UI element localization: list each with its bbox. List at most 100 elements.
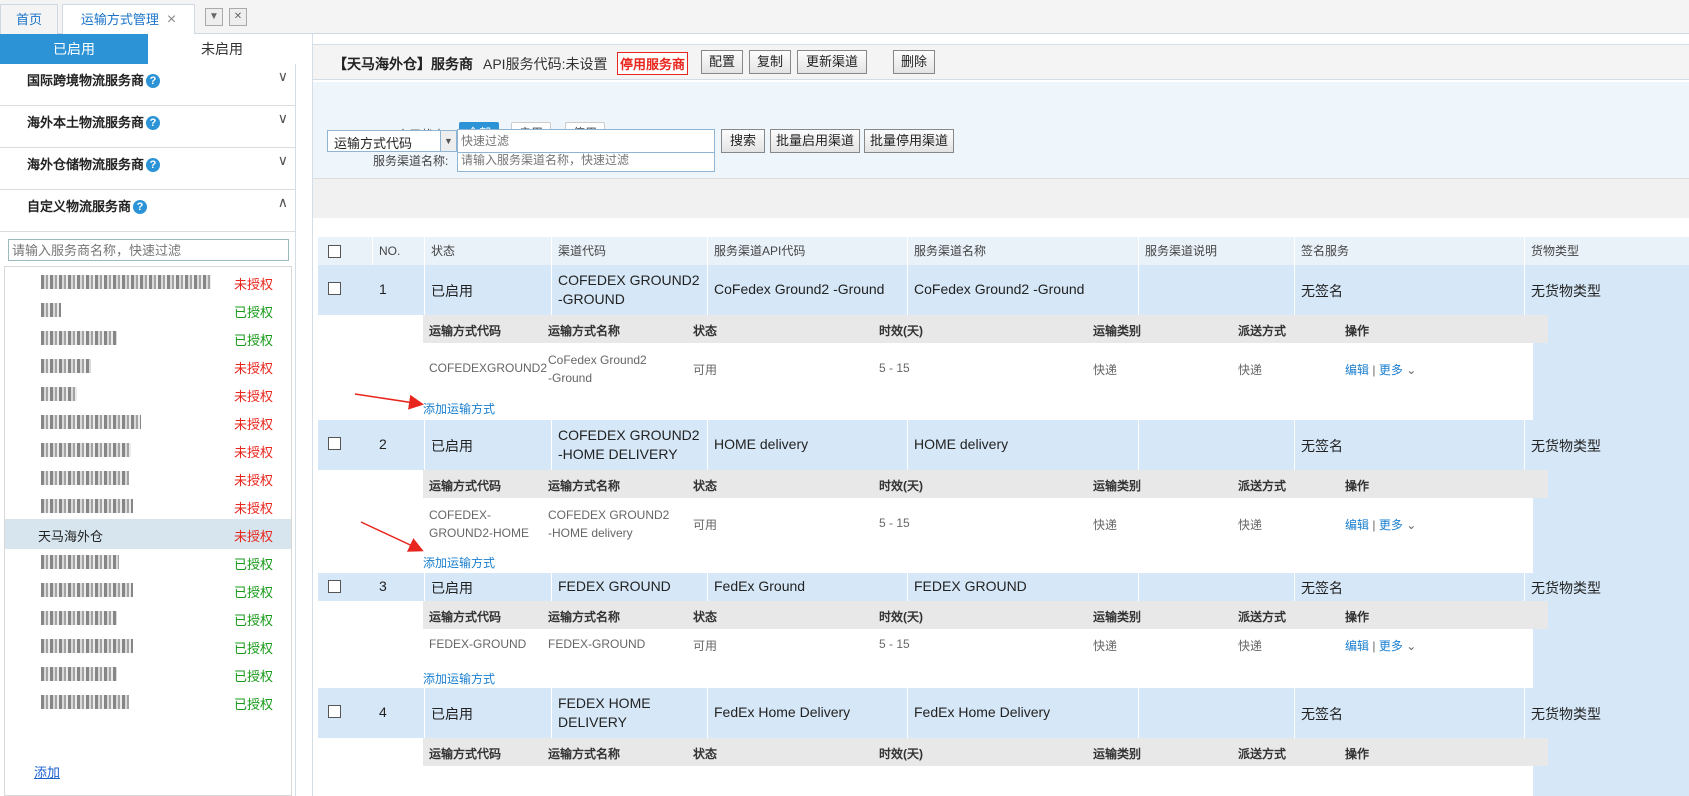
chevron-down-icon: ∨ (277, 68, 288, 84)
group-overseas-warehouse[interactable]: 海外仓储物流服务商? ∨ (0, 148, 296, 190)
provider-item[interactable]: 已授权 (5, 687, 291, 717)
redacted-name (41, 443, 131, 457)
row-api-code: CoFedex Ground2 -Ground (708, 265, 908, 315)
row-status: 已启用 (425, 573, 552, 601)
more-link[interactable]: 更多 (1379, 363, 1403, 377)
update-channels-button[interactable]: 更新渠道 (797, 50, 867, 74)
provider-filter-input[interactable] (8, 239, 289, 261)
col-cargo-type: 货物类型 (1525, 237, 1689, 265)
row-api-code: HOME delivery (708, 420, 908, 470)
chevron-down-icon[interactable]: ⌄ (1406, 518, 1416, 532)
row-channel-code: COFEDEX GROUND2 -GROUND (552, 265, 708, 315)
config-button[interactable]: 配置 (701, 50, 743, 74)
tab-enabled[interactable]: 已启用 (0, 34, 148, 64)
add-provider-link[interactable]: 添加 (34, 762, 60, 781)
row-checkbox[interactable] (328, 282, 341, 295)
row-signature: 无签名 (1295, 420, 1525, 470)
help-icon[interactable]: ? (133, 200, 148, 214)
sub-table: 运输方式代码 运输方式名称 状态 时效(天) 运输类别 派送方式 操作 COFE… (423, 315, 1548, 393)
provider-item[interactable]: 未授权 (5, 435, 291, 465)
search-button[interactable]: 搜索 (721, 129, 765, 153)
more-link[interactable]: 更多 (1379, 639, 1403, 653)
arrow-1 (354, 393, 424, 410)
row-status: 已启用 (425, 420, 552, 470)
provider-item[interactable]: 未授权 (5, 407, 291, 437)
row-channel-desc (1139, 573, 1295, 601)
provider-item[interactable]: 已授权 (5, 659, 291, 689)
table-row[interactable]: 4 已启用 FEDEX HOME DELIVERY FedEx Home Deli… (318, 688, 1689, 738)
group-custom[interactable]: 自定义物流服务商? ∧ (0, 190, 296, 232)
col-api-code: 服务渠道API代码 (708, 237, 908, 265)
tab-shipping-methods[interactable]: 运输方式管理 × (62, 4, 195, 34)
row-checkbox[interactable] (328, 580, 341, 593)
group-cross-border[interactable]: 国际跨境物流服务商? ∨ (0, 64, 296, 106)
add-method-link[interactable]: 添加运输方式 (423, 554, 495, 571)
provider-item[interactable]: 已授权 (5, 547, 291, 577)
row-channel-code: FEDEX HOME DELIVERY (552, 688, 708, 738)
batch-disable-button[interactable]: 批量停用渠道 (864, 129, 954, 153)
auth-status: 已授权 (233, 669, 273, 684)
row-channel-name: FedEx Home Delivery (908, 688, 1139, 738)
select-all-checkbox[interactable] (328, 245, 341, 258)
auth-status: 未授权 (233, 473, 273, 488)
sub-code: COFEDEXGROUND2 (429, 361, 548, 375)
stop-provider-button[interactable]: 停用服务商 (617, 52, 689, 75)
quick-filter-input[interactable] (457, 129, 715, 153)
provider-item-selected[interactable]: 天马海外仓 未授权 (5, 519, 291, 549)
provider-item[interactable]: 未授权 (5, 267, 291, 297)
chevron-down-icon[interactable]: ⌄ (1406, 639, 1416, 653)
row-channel-name: HOME delivery (908, 420, 1139, 470)
edit-link[interactable]: 编辑 (1345, 518, 1369, 532)
row-checkbox[interactable] (328, 437, 341, 450)
filter-field-select[interactable]: 运输方式代码 ▼ (327, 130, 457, 152)
sub-actions: 编辑 | 更多 ⌄ (1345, 363, 1417, 377)
auth-status: 未授权 (233, 361, 273, 376)
group-label: 海外本土物流服务商 (27, 115, 145, 130)
help-icon[interactable]: ? (146, 158, 161, 172)
group-overseas-local[interactable]: 海外本土物流服务商? ∨ (0, 106, 296, 148)
sub-type: 快递 (1093, 639, 1118, 653)
tab-dropdown-icon[interactable]: ▼ (205, 8, 223, 26)
table-row[interactable]: 2 已启用 COFEDEX GROUND2 -HOME DELIVERY HOME… (318, 420, 1689, 470)
provider-item[interactable]: 已授权 (5, 295, 291, 325)
redacted-name (41, 583, 133, 597)
provider-list: 未授权 已授权 已授权 未授权 未授权 未授权 未授权 未授权 未授权 天马海外… (4, 266, 292, 796)
row-cargo-type: 无货物类型 (1531, 580, 1601, 596)
batch-enable-button[interactable]: 批量启用渠道 (770, 129, 860, 153)
edit-link[interactable]: 编辑 (1345, 363, 1369, 377)
add-method-link[interactable]: 添加运输方式 (423, 400, 495, 417)
auth-status: 未授权 (233, 501, 273, 516)
sub-type: 快递 (1093, 363, 1118, 377)
copy-button[interactable]: 复制 (749, 50, 791, 74)
close-all-icon[interactable]: ✕ (229, 8, 247, 26)
provider-item[interactable]: 未授权 (5, 463, 291, 493)
help-icon[interactable]: ? (146, 116, 161, 130)
help-icon[interactable]: ? (146, 74, 161, 88)
row-channel-code: COFEDEX GROUND2 -HOME DELIVERY (552, 420, 708, 470)
provider-item[interactable]: 未授权 (5, 379, 291, 409)
tab-disabled[interactable]: 未启用 (148, 34, 296, 64)
provider-item[interactable]: 未授权 (5, 351, 291, 381)
row-channel-desc (1139, 265, 1295, 315)
tab-home[interactable]: 首页 (0, 4, 58, 34)
provider-item[interactable]: 已授权 (5, 631, 291, 661)
close-icon[interactable]: × (167, 11, 176, 28)
row-status: 已启用 (425, 688, 552, 738)
row-channel-desc (1139, 420, 1295, 470)
table-row[interactable]: 1 已启用 COFEDEX GROUND2 -GROUND CoFedex Gro… (318, 265, 1689, 315)
more-link[interactable]: 更多 (1379, 518, 1403, 532)
row-checkbox[interactable] (328, 705, 341, 718)
provider-item[interactable]: 已授权 (5, 575, 291, 605)
auth-status: 已授权 (233, 613, 273, 628)
redacted-name (41, 387, 77, 401)
provider-item[interactable]: 已授权 (5, 603, 291, 633)
provider-item[interactable]: 已授权 (5, 323, 291, 353)
delete-button[interactable]: 删除 (893, 50, 935, 74)
table-row[interactable]: 3 已启用 FEDEX GROUND FedEx Ground FEDEX GR… (318, 573, 1689, 601)
add-method-link[interactable]: 添加运输方式 (423, 670, 495, 687)
chevron-down-icon[interactable]: ⌄ (1406, 363, 1416, 377)
provider-item[interactable]: 未授权 (5, 491, 291, 521)
group-label: 自定义物流服务商 (27, 199, 132, 214)
edit-link[interactable]: 编辑 (1345, 639, 1369, 653)
group-label: 海外仓储物流服务商 (27, 157, 145, 172)
